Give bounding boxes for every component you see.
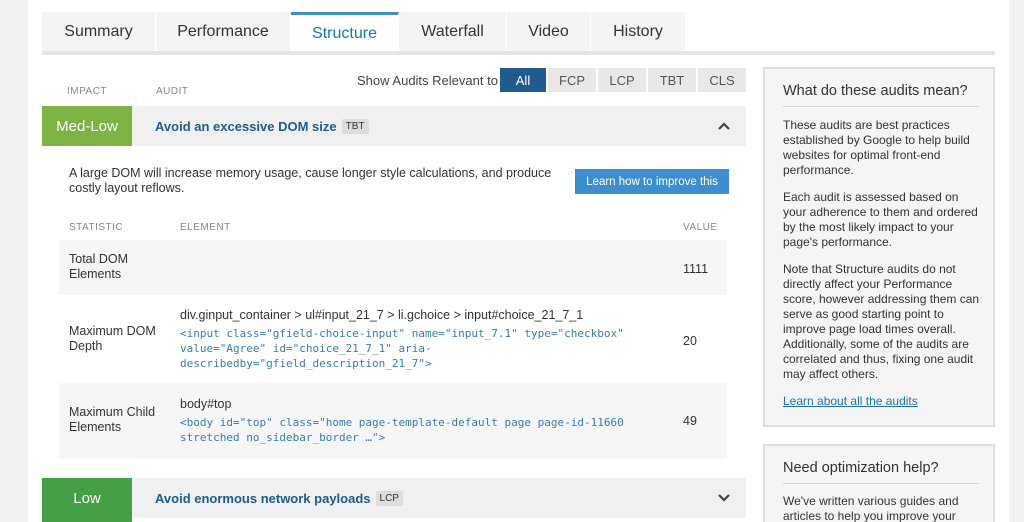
tab-structure[interactable]: Structure xyxy=(291,12,399,52)
audit-row-dom-size[interactable]: Med-Low Avoid an excessive DOM size TBT xyxy=(42,106,746,146)
statistic-value: 20 xyxy=(683,334,697,348)
metric-tag: LCP xyxy=(375,490,403,506)
tab-summary[interactable]: Summary xyxy=(42,12,156,52)
filter-all-button[interactable]: All xyxy=(500,68,546,92)
learn-how-to-improve-button[interactable]: Learn how to improve this xyxy=(575,169,729,194)
page: Summary Performance Structure Waterfall … xyxy=(0,0,1024,522)
statistic-name: Maximum DOM Depth xyxy=(69,324,156,353)
learn-all-audits-link[interactable]: Learn about all the audits xyxy=(783,394,918,408)
element-column-header: ELEMENT xyxy=(180,222,231,233)
table-row: Maximum Child Elements body#top <body id… xyxy=(59,383,727,459)
info-box-title: What do these audits mean? xyxy=(783,83,968,99)
info-paragraph: These audits are best practices establis… xyxy=(783,118,970,177)
info-paragraph: Each audit is assessed based on your adh… xyxy=(783,190,978,249)
element-selector: body#top xyxy=(180,397,232,411)
metric-filter: All FCP LCP TBT CLS xyxy=(500,68,748,92)
info-paragraph: Note that Structure audits do not direct… xyxy=(783,262,980,381)
table-row: Maximum DOM Depth div.ginput_container >… xyxy=(59,295,727,383)
audit-column-header: AUDIT xyxy=(156,86,189,97)
help-box-title: Need optimization help? xyxy=(783,460,939,476)
audits-info-box: What do these audits mean? These audits … xyxy=(763,67,995,427)
chevron-down-icon[interactable] xyxy=(716,490,732,506)
next-impact-badge xyxy=(42,518,132,522)
audit-description: A large DOM will increase memory usage, … xyxy=(69,166,552,195)
impact-badge: Low xyxy=(42,478,132,518)
tab-performance[interactable]: Performance xyxy=(156,12,291,52)
statistic-name: Maximum Child Elements xyxy=(69,405,156,434)
element-code: <input class="gfield-choice-input" name=… xyxy=(180,327,624,370)
optimization-help-box: Need optimization help? We've written va… xyxy=(763,444,995,522)
audit-title[interactable]: Avoid enormous network payloads xyxy=(155,491,371,506)
element-code: <body id="top" class="home page-template… xyxy=(180,416,624,444)
report-tabs: Summary Performance Structure Waterfall … xyxy=(42,12,686,52)
audit-title[interactable]: Avoid an excessive DOM size xyxy=(155,119,337,134)
filter-tbt-button[interactable]: TBT xyxy=(648,68,696,92)
help-paragraph: We've written various guides and article… xyxy=(783,494,959,522)
value-column-header: VALUE xyxy=(683,222,718,233)
filter-lcp-button[interactable]: LCP xyxy=(598,68,646,92)
statistic-column-header: STATISTIC xyxy=(69,222,124,233)
impact-column-header: IMPACT xyxy=(67,86,108,97)
element-selector: div.ginput_container > ul#input_21_7 > l… xyxy=(180,308,584,322)
statistic-value: 1111 xyxy=(683,262,709,276)
divider xyxy=(783,483,979,484)
metric-tag: TBT xyxy=(341,118,369,134)
audit-row-network-payloads[interactable]: Low Avoid enormous network payloads LCP xyxy=(42,478,746,518)
tab-video[interactable]: Video xyxy=(507,12,591,52)
filter-label: Show Audits Relevant to xyxy=(357,73,498,88)
table-row: Total DOM Elements 1111 xyxy=(59,240,727,295)
tabs-underline xyxy=(42,51,995,55)
statistic-name: Total DOM Elements xyxy=(69,252,129,281)
chevron-up-icon[interactable] xyxy=(716,118,732,134)
filter-cls-button[interactable]: CLS xyxy=(698,68,746,92)
tab-waterfall[interactable]: Waterfall xyxy=(399,12,507,52)
tab-history[interactable]: History xyxy=(591,12,686,52)
filter-fcp-button[interactable]: FCP xyxy=(548,68,596,92)
divider xyxy=(783,106,979,107)
statistic-value: 49 xyxy=(683,414,697,428)
impact-badge: Med-Low xyxy=(42,106,132,146)
